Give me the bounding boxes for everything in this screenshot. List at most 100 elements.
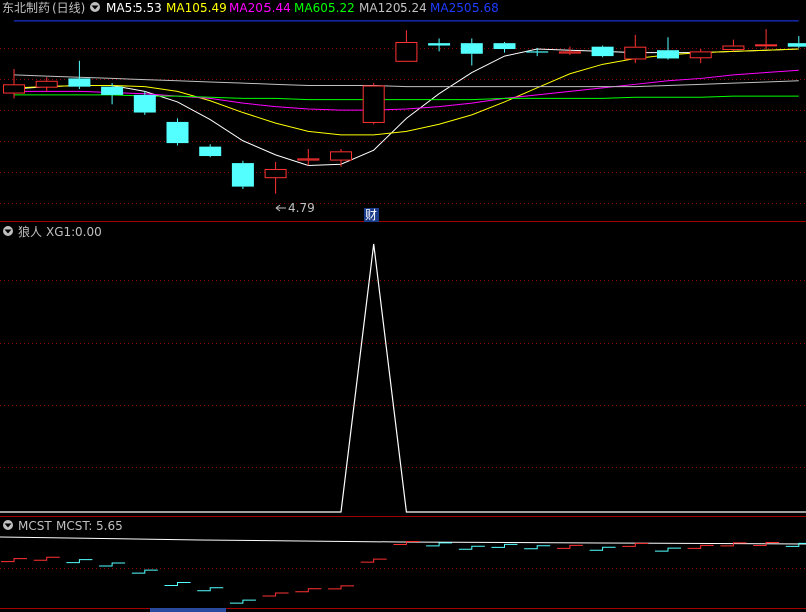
candle-body [657,50,679,59]
candle[interactable] [395,30,418,62]
ma10-line [13,48,799,136]
candle[interactable] [35,77,58,92]
mcst-series: MCST: [56,519,92,533]
mcst-step [360,558,387,563]
candle[interactable] [755,29,778,50]
candle-body [330,151,352,161]
grid-lines [0,48,806,569]
mcst-line [0,536,806,545]
candle[interactable] [231,160,254,189]
stock-period: (日线) [52,1,85,15]
candle[interactable] [264,161,287,194]
ma120-line [13,74,799,88]
indicator-series: XG1: [46,225,75,239]
mcst-step [164,582,191,586]
low-price-label: 4.79 [288,201,315,215]
candle-body [362,85,385,123]
stock-name: 东北制药 [2,1,50,15]
collapse-icon[interactable] [3,520,13,530]
candle[interactable] [624,34,647,64]
candle[interactable] [101,83,124,105]
candle-body [689,51,712,59]
candle-body [166,121,189,144]
candle-body [428,43,451,46]
candle-body [558,51,581,54]
mcst-step [622,542,649,547]
date-strip [150,608,226,612]
ma5-line [13,48,799,166]
candle-body [624,46,647,60]
candle[interactable] [689,49,712,64]
mcst-name: MCST [18,519,52,533]
collapse-icon[interactable] [3,226,13,236]
candle-body [395,41,418,62]
candle[interactable] [787,36,806,48]
candle-body [3,84,25,94]
candle[interactable] [3,69,25,99]
mcst-step [328,585,354,590]
xg1-plot [0,243,806,513]
indicator-value: 0.00 [75,225,102,239]
ma60-value: 5.22 [328,1,355,15]
candle-body [133,94,156,113]
candle[interactable] [166,118,189,146]
candle[interactable] [68,60,91,90]
candle-body [35,80,58,88]
low-price-marker: 4.79 [275,201,315,215]
candle[interactable] [493,41,516,53]
mcst-step [197,587,224,592]
candle[interactable] [591,45,614,58]
mcst-step [229,599,256,604]
candle[interactable] [460,38,483,66]
mcst-step [524,545,551,550]
mcst-step [262,592,289,597]
mcst-step [556,544,583,549]
candle-body [755,44,778,47]
ma20-label: MA20: [229,1,267,15]
candle[interactable] [428,38,451,52]
candle-body [101,86,124,95]
indicator-legend: 狼人 XG1: 0.00 [3,224,102,239]
collapse-icon[interactable] [90,2,100,12]
candle[interactable] [362,83,385,125]
mcst-legend: MCST MCST: 5.65 [3,519,123,533]
ma250-value: 5.68 [472,1,499,15]
candle-body [493,43,516,50]
candle[interactable] [722,39,745,52]
indicator-name: 狼人 [18,224,42,239]
mcst-step [99,562,126,567]
mcst-step [66,559,93,564]
ma5-label: MA5: [106,1,136,15]
mcst-step [687,544,714,549]
ma120-label: MA120: [359,1,405,15]
candle-body [297,158,320,161]
mcst-value: 5.65 [96,519,123,533]
mcst-plot [0,536,806,604]
financial-report-marker[interactable]: 财 [364,208,379,222]
ma20-value: 5.44 [264,1,291,15]
mcst-step [589,546,616,551]
candle-body [264,168,287,179]
ma10-label: MA10: [166,1,204,15]
mcst-step [491,543,518,548]
main-legend: 东北制药 (日线) MA5: 5.53 MA10: 5.49 MA20: 5.4… [2,1,499,15]
ma10-value: 5.49 [200,1,227,15]
candle-body [68,78,91,87]
mcst-step [1,558,27,563]
stock-chart[interactable]: 4.79 财 东北制药 (日线) MA5: 5.53 MA10: 5.49 MA… [0,0,806,612]
candle[interactable] [330,148,352,167]
candle-body [460,43,483,54]
candle[interactable] [199,144,222,158]
mcst-step [426,542,453,547]
ma120-value: 5.24 [400,1,427,15]
mcst-step [655,547,681,552]
candle[interactable] [133,91,156,115]
financial-report-label: 财 [365,208,377,222]
ma60-line [14,94,799,101]
mcst-step [295,588,322,593]
candle-body [526,51,549,53]
mcst-step [131,569,158,574]
ma20-line [14,69,799,111]
candle-body [231,163,254,187]
ma5-value: 5.53 [135,1,162,15]
